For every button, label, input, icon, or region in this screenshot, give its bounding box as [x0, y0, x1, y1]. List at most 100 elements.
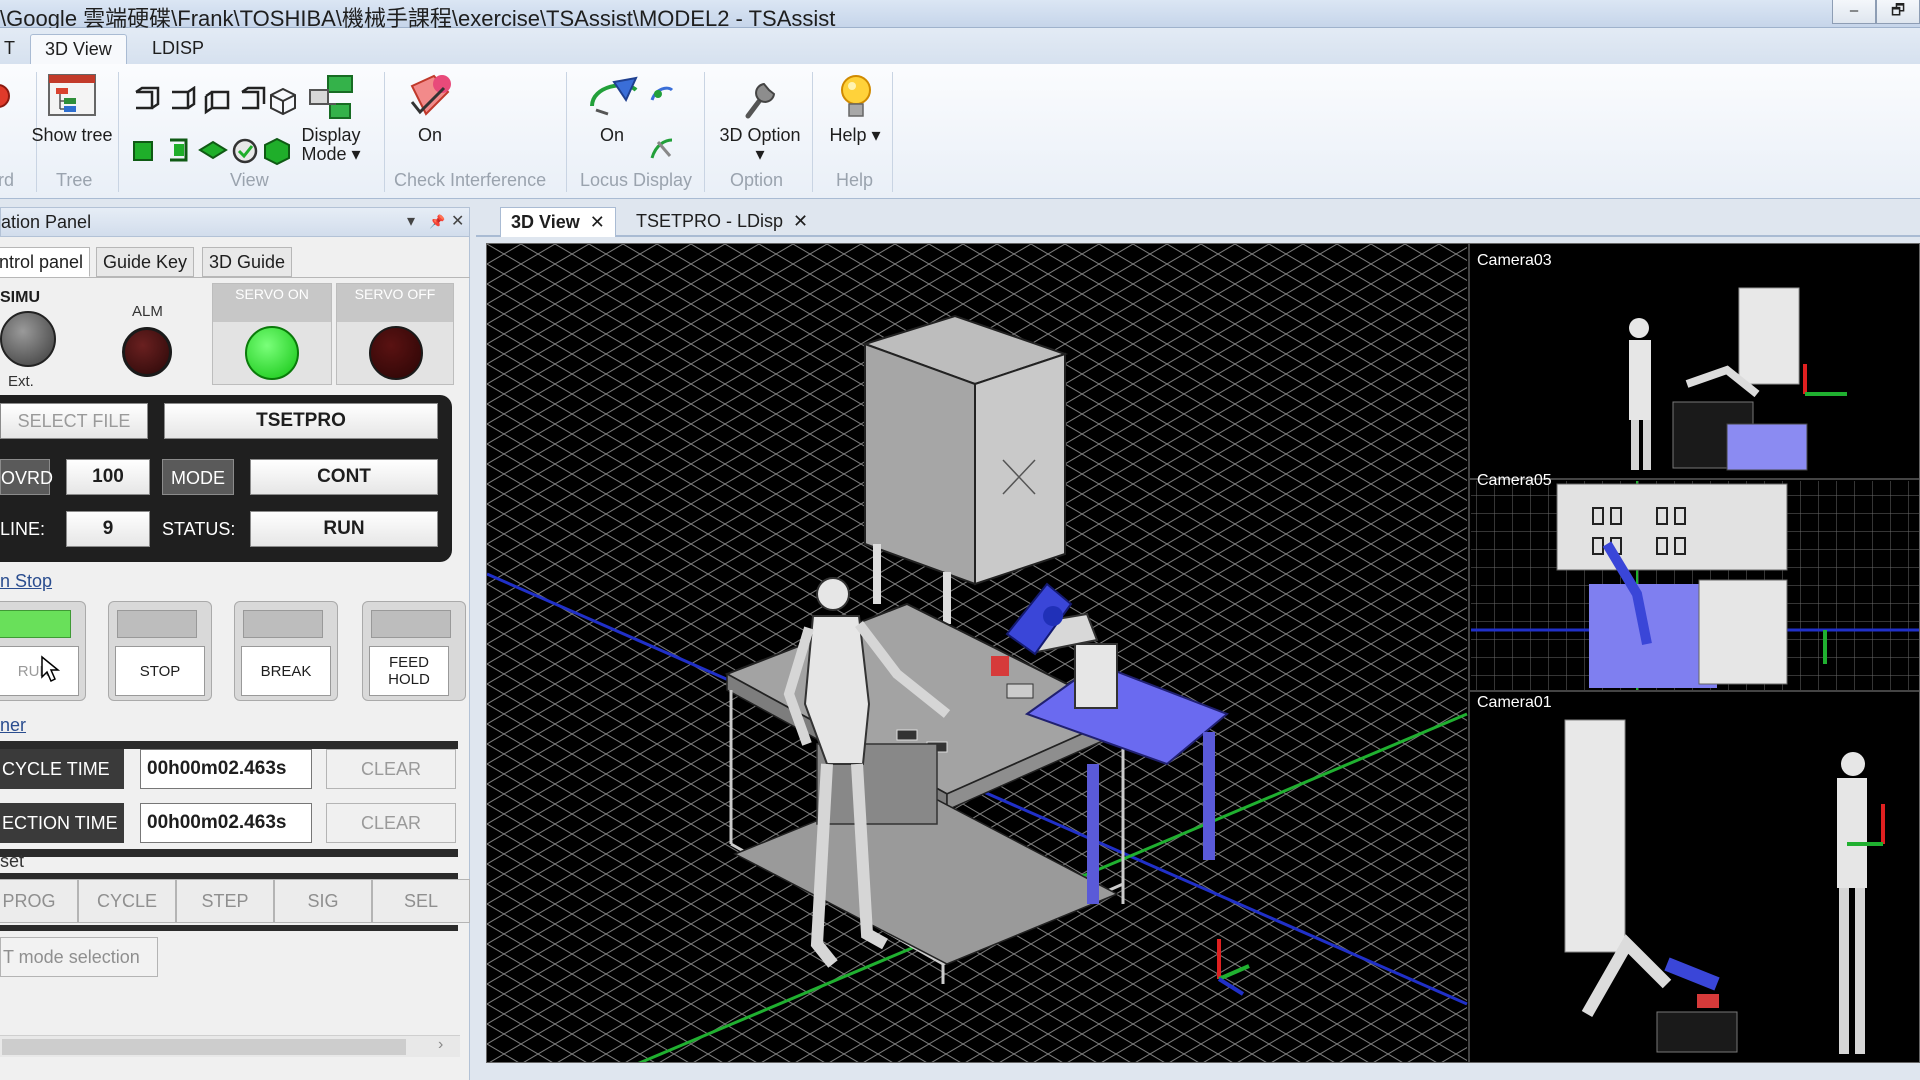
status-label: STATUS:: [162, 519, 236, 539]
shaded-top-icon[interactable]: [198, 136, 228, 164]
locus-icon: [590, 76, 638, 116]
reset-prog-button[interactable]: PROG: [0, 879, 78, 923]
3d-option-label: 3D Option ▾: [719, 125, 801, 164]
doc-tab-ldisp[interactable]: TSETPRO - LDisp ✕: [626, 207, 818, 237]
ribbon: rd Show tree Tree Display Mode ▾ View On…: [0, 64, 1920, 199]
locus-settings-icon[interactable]: [648, 80, 676, 108]
ribbon-separator: [118, 72, 119, 192]
tab-guide-key[interactable]: Guide Key: [96, 247, 195, 277]
display-mode-icon: [309, 75, 353, 119]
reset-cycle-button[interactable]: CYCLE: [78, 879, 176, 923]
ribbon-group-option: Option: [730, 170, 784, 190]
servo-on-button[interactable]: SERVO ON: [212, 283, 332, 385]
program-name: TSETPRO: [164, 403, 438, 439]
feed-hold-button[interactable]: FEED HOLD: [362, 601, 466, 701]
cycle-time-label: CYCLE TIME: [0, 749, 124, 789]
break-button[interactable]: BREAK: [234, 601, 338, 701]
ribbon-tab-3d-view[interactable]: 3D View: [30, 34, 127, 64]
simu-switch[interactable]: [0, 311, 56, 367]
view-front-icon[interactable]: [130, 86, 162, 116]
view-left-icon[interactable]: [236, 86, 268, 116]
tab-control-panel[interactable]: ntrol panel: [0, 247, 91, 277]
stop-button[interactable]: STOP: [108, 601, 212, 701]
reset-sig-button[interactable]: SIG: [274, 879, 372, 923]
execution-time-value: 00h00m02.463s: [140, 803, 312, 843]
shaded-iso-icon[interactable]: [262, 136, 292, 166]
ribbon-group-label-partial: rd: [0, 170, 15, 190]
view-back-icon[interactable]: [202, 86, 234, 116]
scrollbar-thumb[interactable]: [2, 1039, 406, 1055]
servo-off-label: SERVO OFF: [337, 284, 453, 322]
mode-value: CONT: [250, 459, 438, 495]
simu-sub-label: Ext.: [8, 373, 34, 390]
close-icon[interactable]: ✕: [590, 212, 605, 232]
cycle-time-value: 00h00m02.463s: [140, 749, 312, 789]
simu-label: SIMU: [0, 289, 40, 306]
stop-label: STOP: [115, 646, 205, 696]
doc-tab-3d-view-label: 3D View: [511, 212, 580, 232]
minimize-button[interactable]: –: [1832, 0, 1876, 24]
close-icon[interactable]: ✕: [451, 211, 464, 231]
mode-selection-button[interactable]: T mode selection: [0, 937, 158, 977]
line-value: 9: [66, 511, 150, 547]
close-icon[interactable]: ✕: [793, 211, 808, 231]
ovrd-label: OVRD: [0, 459, 53, 495]
ribbon-group-check-interference: Check Interference: [394, 170, 547, 190]
servo-off-button[interactable]: SERVO OFF: [336, 283, 454, 385]
scroll-right-icon[interactable]: ›: [438, 1036, 443, 1054]
reset-sel-button[interactable]: SEL: [372, 879, 470, 923]
line-label: LINE:: [0, 519, 46, 539]
ribbon-group-locus-display: Locus Display: [580, 170, 693, 190]
display-mode-label: Display Mode ▾: [301, 125, 361, 164]
operation-panel-header: ation Panel ▾ 📌 ✕: [0, 207, 470, 237]
operation-panel-title: ation Panel: [1, 212, 92, 232]
doc-tab-ldisp-label: TSETPRO - LDisp: [636, 211, 784, 231]
camera05-view[interactable]: [1471, 481, 1920, 691]
restore-button[interactable]: 🗗: [1876, 0, 1920, 24]
tab-underline: [0, 277, 470, 278]
panel-horizontal-scrollbar[interactable]: ›: [0, 1035, 460, 1057]
shaded-right-icon[interactable]: [164, 136, 192, 164]
camera03-view[interactable]: [1629, 287, 1847, 471]
view-iso-icon[interactable]: [268, 86, 298, 116]
camera03-label: Camera03: [1477, 252, 1552, 269]
feed-hold-led: [371, 610, 451, 638]
cycle-time-clear-button[interactable]: CLEAR: [326, 749, 456, 789]
tab-3d-guide[interactable]: 3D Guide: [202, 247, 293, 277]
break-label: BREAK: [241, 646, 331, 696]
3d-viewport[interactable]: Camera03 Camera05 Camera01: [486, 243, 1920, 1063]
panel-menu-icon[interactable]: ▾: [407, 211, 415, 231]
select-file-button[interactable]: SELECT FILE: [0, 403, 148, 439]
reset-title: set: [0, 851, 25, 871]
mouse-cursor-icon: [41, 655, 61, 683]
shaded-front-icon[interactable]: [130, 136, 158, 164]
reset-bottom-divider: [0, 925, 458, 931]
ovrd-value[interactable]: 100: [66, 459, 150, 495]
locus-clear-icon[interactable]: [648, 134, 676, 164]
rotate-view-icon[interactable]: [230, 136, 260, 166]
ribbon-separator: [704, 72, 705, 192]
servo-on-lamp: [245, 326, 299, 380]
ribbon-group-view: View: [230, 170, 269, 190]
run-button[interactable]: RUN: [0, 601, 86, 701]
execution-time-label: ECTION TIME: [0, 803, 124, 843]
ribbon-tab-ldisp[interactable]: LDISP: [138, 34, 218, 64]
ribbon-tab-bar: T 3D View LDISP: [0, 28, 1920, 64]
view-right-icon[interactable]: [166, 86, 198, 116]
pin-icon[interactable]: 📌: [429, 214, 445, 230]
timer-divider: [0, 741, 458, 749]
ribbon-separator: [892, 72, 893, 192]
lightbulb-icon: [841, 75, 871, 117]
record-icon[interactable]: [0, 78, 12, 114]
reset-step-button[interactable]: STEP: [176, 879, 274, 923]
ribbon-separator: [812, 72, 813, 192]
break-led: [243, 610, 323, 638]
ribbon-tab-partial[interactable]: T: [0, 34, 29, 64]
wrench-icon: [745, 82, 776, 119]
doc-tab-3d-view[interactable]: 3D View ✕: [500, 207, 616, 237]
3d-scene[interactable]: [487, 244, 1920, 1063]
document-tab-bar: 3D View ✕ TSETPRO - LDisp ✕: [476, 207, 1920, 237]
execution-time-clear-button[interactable]: CLEAR: [326, 803, 456, 843]
feed-hold-label: FEED HOLD: [369, 646, 449, 696]
camera01-view[interactable]: [1564, 719, 1885, 1054]
